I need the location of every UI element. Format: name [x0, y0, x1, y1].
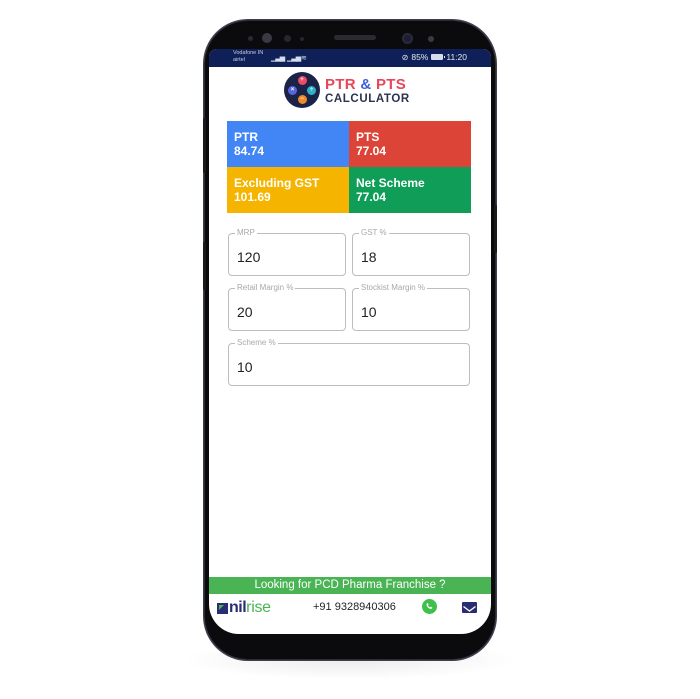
franchise-banner[interactable]: Looking for PCD Pharma Franchise ?	[209, 577, 491, 594]
stockist-margin-input[interactable]: 10	[361, 304, 377, 320]
title-ptr: PTR	[325, 76, 356, 93]
result-ptr: PTR 84.74	[227, 121, 349, 167]
signal-icon-2: ▁▃▅	[287, 55, 301, 62]
light-sensor-icon	[300, 37, 304, 41]
result-value: 101.69	[234, 190, 271, 204]
retail-margin-label: Retail Margin %	[235, 283, 296, 292]
proximity-sensor-icon	[284, 35, 291, 42]
gst-input[interactable]: 18	[361, 249, 377, 265]
result-value: 77.04	[356, 144, 387, 158]
scheme-label: Scheme %	[235, 338, 278, 347]
stockist-margin-label: Stockist Margin %	[359, 283, 428, 292]
brand-rise: rise	[246, 599, 271, 616]
retail-margin-field[interactable]: Retail Margin % 20	[228, 283, 346, 331]
status-bar: Vodafone IN airtel ▁▃▅ ▁▃▅ ≋ ⊘ 85% 11:20	[209, 49, 491, 67]
stockist-margin-field[interactable]: Stockist Margin % 10	[352, 283, 470, 331]
result-label: Net Scheme	[356, 176, 425, 190]
phone-number-link[interactable]: +91 9328940306	[313, 601, 396, 613]
gst-field[interactable]: GST % 18	[352, 228, 470, 276]
flash-sensor-icon	[428, 36, 434, 42]
phone-power-button	[494, 205, 497, 253]
mail-icon[interactable]	[462, 602, 477, 613]
wifi-icon: ≋	[301, 55, 307, 62]
result-label: Excluding GST	[234, 176, 320, 190]
signal-icon: ▁▃▅	[271, 55, 285, 62]
divide-icon: ÷	[307, 85, 316, 95]
gst-label: GST %	[359, 228, 389, 237]
mute-icon: ⊘	[401, 52, 409, 62]
clock: 11:20	[446, 52, 467, 62]
front-sensor-icon	[248, 36, 253, 41]
app-logo-icon: + × ÷ −	[284, 72, 320, 108]
front-camera-icon	[402, 33, 413, 44]
phone-volume-button	[203, 118, 206, 173]
phone-bixby-button	[203, 242, 206, 290]
title-pts: PTS	[375, 76, 407, 93]
multiply-icon: ×	[288, 85, 297, 95]
battery-percent: 85%	[411, 52, 429, 62]
result-value: 84.74	[234, 144, 265, 158]
carrier-info: Vodafone IN airtel	[233, 50, 263, 64]
footer-bar: nil rise +91 9328940306	[209, 594, 491, 621]
result-pts: PTS 77.04	[349, 121, 471, 167]
carrier-secondary: airtel	[233, 57, 245, 63]
result-excluding-gst: Excluding GST 101.69	[227, 167, 349, 213]
result-label: PTS	[356, 130, 380, 144]
nilrise-logo[interactable]: nil rise	[217, 599, 271, 617]
app-header: + × ÷ − PTR & PTS CALCULATOR	[209, 69, 491, 113]
result-net-scheme: Net Scheme 77.04	[349, 167, 471, 213]
scheme-input[interactable]: 10	[237, 359, 253, 375]
app-title: PTR & PTS	[325, 76, 406, 93]
status-right: ⊘ 85% 11:20	[402, 52, 467, 62]
result-value: 77.04	[356, 190, 387, 204]
app-subtitle: CALCULATOR	[325, 93, 410, 105]
nilrise-mark-icon	[217, 602, 228, 614]
brand-nil: nil	[229, 599, 247, 616]
carrier-primary: Vodafone IN	[233, 50, 264, 56]
result-label: PTR	[234, 130, 258, 144]
mrp-label: MRP	[235, 228, 257, 237]
retail-margin-input[interactable]: 20	[237, 304, 253, 320]
whatsapp-icon[interactable]	[422, 599, 437, 614]
title-amp: &	[360, 76, 372, 93]
iris-scanner-icon	[262, 33, 272, 43]
battery-icon	[431, 54, 446, 60]
mrp-input[interactable]: 120	[237, 249, 260, 265]
scheme-field[interactable]: Scheme % 10	[228, 338, 470, 386]
app-screen: Vodafone IN airtel ▁▃▅ ▁▃▅ ≋ ⊘ 85% 11:20…	[209, 49, 491, 634]
minus-icon: −	[297, 95, 307, 104]
earpiece-speaker	[334, 35, 376, 40]
plus-icon: +	[297, 76, 307, 85]
mrp-field[interactable]: MRP 120	[228, 228, 346, 276]
results-grid: PTR 84.74 PTS 77.04 Excluding GST 101.69…	[227, 121, 471, 213]
